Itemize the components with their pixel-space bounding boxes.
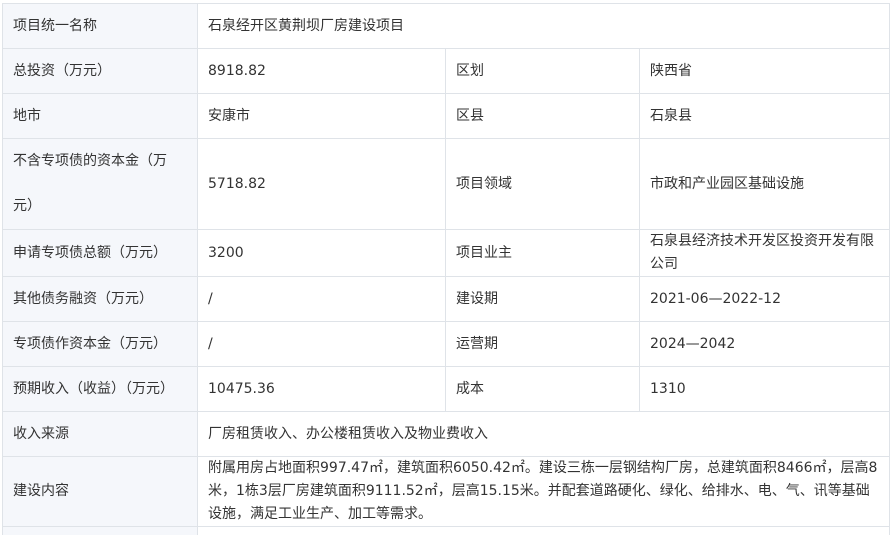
partial-row-value-cell [198,527,890,535]
table-row: 不含专项债的资本金（万元） 5718.82 项目领域 市政和产业园区基础设施 [3,139,890,230]
value-city: 安康市 [198,94,446,139]
table-row: 申请专项债总额（万元） 3200 项目业主 石泉县经济技术开发区投资开发有限公司 [3,230,890,277]
table-row: 项目统一名称 石泉经开区黄荆坝厂房建设项目 [3,4,890,49]
label-project-field: 项目领域 [446,139,640,230]
value-expected-income: 10475.36 [198,367,446,412]
label-region: 区划 [446,49,640,94]
value-total-investment: 8918.82 [198,49,446,94]
label-construction-period: 建设期 [446,277,640,322]
value-project-name: 石泉经开区黄荆坝厂房建设项目 [198,4,890,49]
value-county: 石泉县 [640,94,890,139]
label-other-debt: 其他债务融资（万元） [3,277,198,322]
value-project-field: 市政和产业园区基础设施 [640,139,890,230]
label-income-source: 收入来源 [3,412,198,457]
label-capital-excl-bonds: 不含专项债的资本金（万元） [3,139,198,230]
label-cost: 成本 [446,367,640,412]
value-income-source: 厂房租赁收入、办公楼租赁收入及物业费收入 [198,412,890,457]
label-city: 地市 [3,94,198,139]
table-row: 收入来源 厂房租赁收入、办公楼租赁收入及物业费收入 [3,412,890,457]
value-region: 陕西省 [640,49,890,94]
table-row: 总投资（万元） 8918.82 区划 陕西省 [3,49,890,94]
value-other-debt: / [198,277,446,322]
label-bond-total: 申请专项债总额（万元） [3,230,198,277]
label-expected-income: 预期收入（收益）（万元） [3,367,198,412]
value-project-owner: 石泉县经济技术开发区投资开发有限公司 [640,230,890,277]
table-row: 建设内容 附属用房占地面积997.47㎡，建筑面积6050.42㎡。建设三栋一层… [3,457,890,527]
label-project-owner: 项目业主 [446,230,640,277]
value-construction-content: 附属用房占地面积997.47㎡，建筑面积6050.42㎡。建设三栋一层钢结构厂房… [198,457,890,527]
table-row: 其他债务融资（万元） / 建设期 2021-06—2022-12 [3,277,890,322]
label-operation-period: 运营期 [446,322,640,367]
table-row: 地市 安康市 区县 石泉县 [3,94,890,139]
value-operation-period: 2024—2042 [640,322,890,367]
value-capital-excl-bonds: 5718.82 [198,139,446,230]
label-county: 区县 [446,94,640,139]
value-bond-total: 3200 [198,230,446,277]
value-construction-period: 2021-06—2022-12 [640,277,890,322]
table-row: 专项债作资本金（万元） / 运营期 2024—2042 [3,322,890,367]
value-cost: 1310 [640,367,890,412]
value-bond-as-capital: / [198,322,446,367]
project-info-table: 项目统一名称 石泉经开区黄荆坝厂房建设项目 总投资（万元） 8918.82 区划… [2,3,890,535]
label-construction-content: 建设内容 [3,457,198,527]
label-total-investment: 总投资（万元） [3,49,198,94]
partial-row-label-cell [3,527,198,535]
label-bond-as-capital: 专项债作资本金（万元） [3,322,198,367]
table-row: 预期收入（收益）（万元） 10475.36 成本 1310 [3,367,890,412]
table-row-partial [3,527,890,535]
label-project-name: 项目统一名称 [3,4,198,49]
